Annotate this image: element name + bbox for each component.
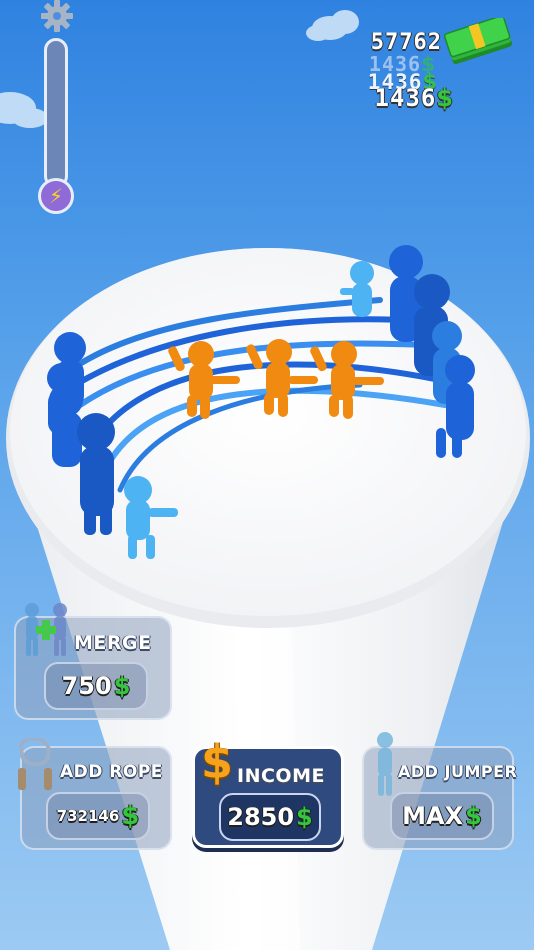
- lightning-bolt-icon: ⚡: [38, 178, 74, 214]
- income-price: 2850 $: [219, 793, 321, 841]
- gear-icon[interactable]: [40, 0, 74, 32]
- merge-button[interactable]: MERGE 750 $: [14, 603, 172, 720]
- dollar-sign-icon: $: [201, 735, 234, 789]
- add-rope-price: 732146 $: [46, 792, 150, 840]
- add-jumper-price: MAX $: [390, 792, 494, 840]
- cash-stack-icon: [444, 18, 513, 65]
- add-rope-label: ADD ROPE: [60, 762, 163, 782]
- merge-label: MERGE: [74, 632, 152, 654]
- merge-price: 750 $: [44, 662, 148, 710]
- add-jumper-label: ADD JUMPER: [398, 762, 518, 781]
- add-rope-button[interactable]: ADD ROPE 732146 $: [18, 738, 172, 850]
- income-label: INCOME: [237, 765, 325, 787]
- jumper-figure-icon: [377, 732, 393, 796]
- stickmen-merge-icon: [25, 603, 67, 656]
- energy-meter: [44, 38, 68, 188]
- income-popup: 1436$: [374, 84, 454, 112]
- jump-rope-icon: [18, 738, 52, 790]
- income-button[interactable]: $ INCOME 2850 $: [192, 735, 344, 848]
- add-jumper-button[interactable]: ADD JUMPER MAX $: [362, 732, 518, 850]
